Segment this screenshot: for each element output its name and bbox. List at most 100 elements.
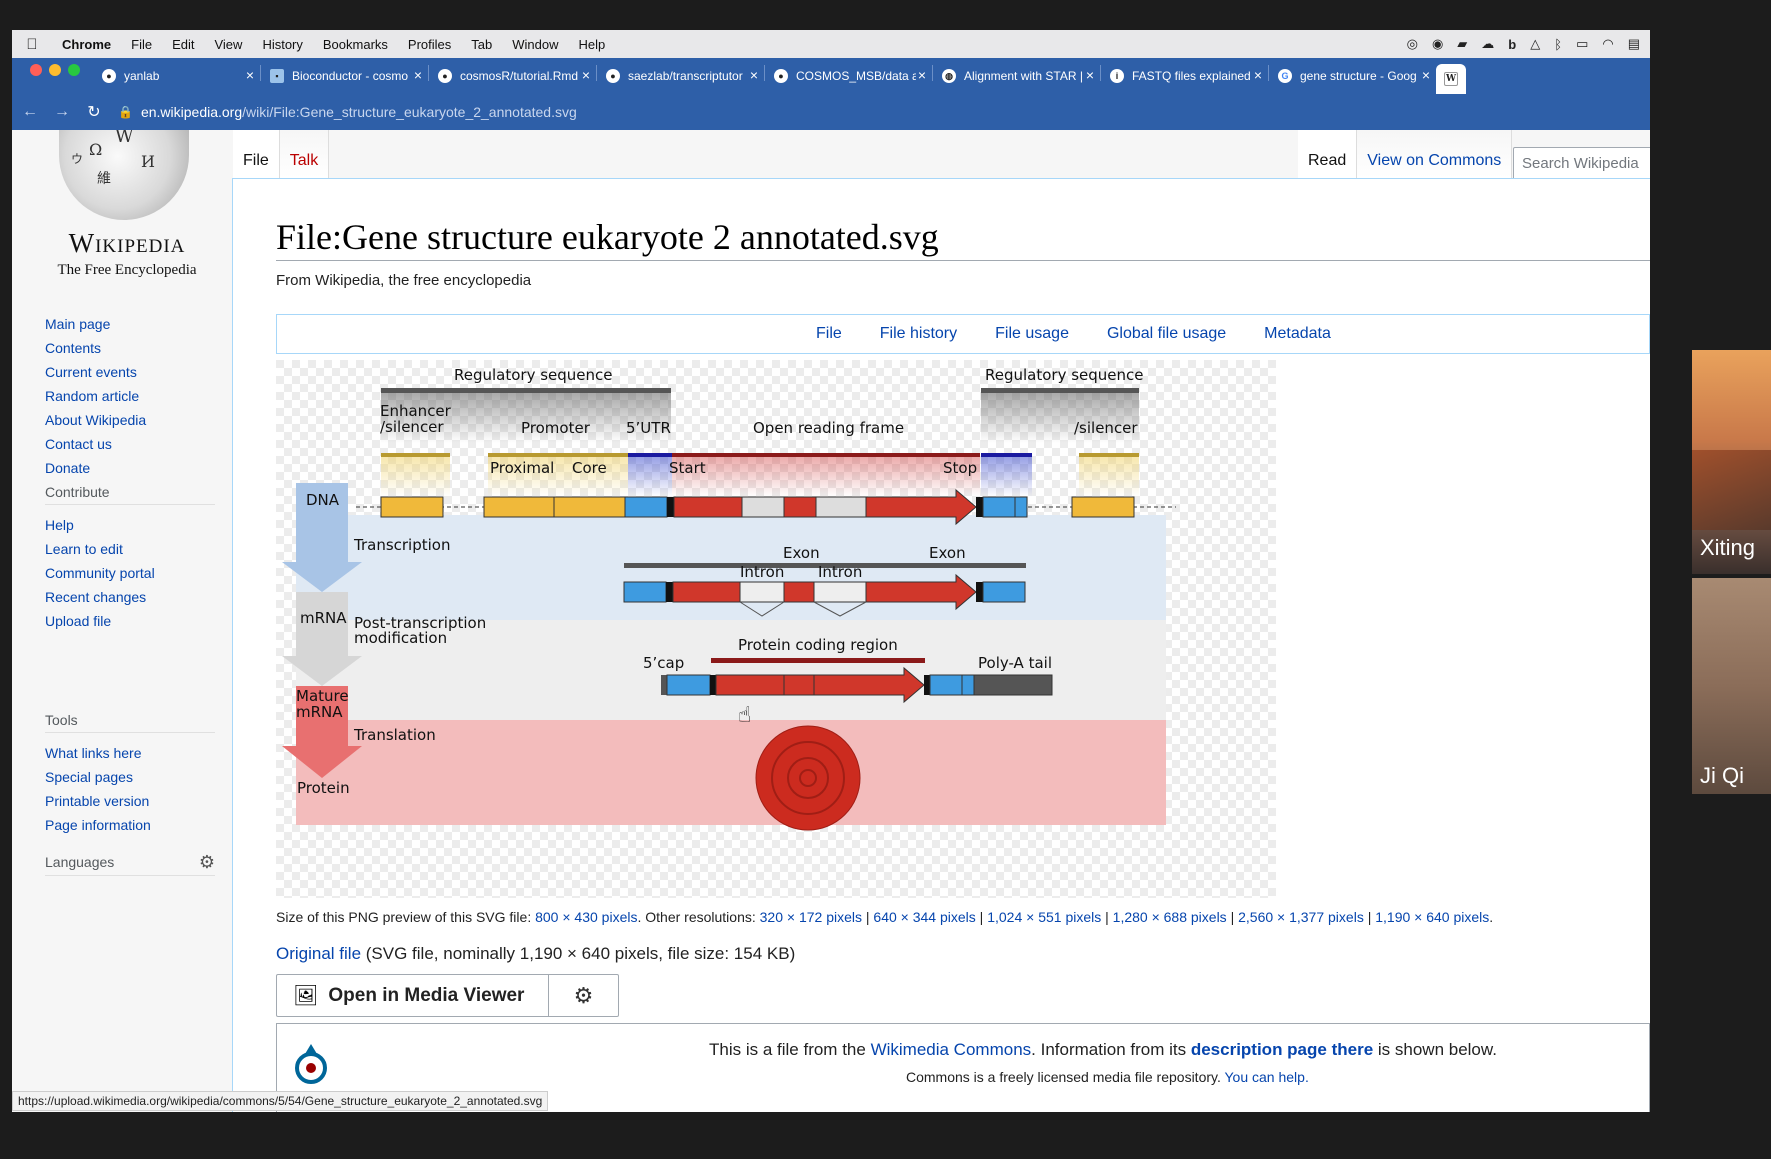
menu-window[interactable]: Window — [502, 37, 568, 52]
nav-random-article[interactable]: Random article — [45, 384, 215, 408]
nav-main-page[interactable]: Main page — [45, 312, 215, 336]
nav-special-pages[interactable]: Special pages — [45, 765, 215, 789]
wikipedia-page: W Ω И 維 ウ Wikipedia The Free Encyclopedi… — [12, 130, 1650, 1112]
wikipedia-globe-logo[interactable]: W Ω И 維 ウ — [59, 130, 189, 220]
gear-icon[interactable]: ⚙ — [199, 852, 215, 873]
wifi-icon[interactable]: ◠ — [1602, 36, 1613, 52]
close-icon[interactable]: × — [582, 67, 590, 83]
nav-help[interactable]: Help — [45, 513, 215, 537]
b-icon[interactable]: b — [1508, 37, 1516, 52]
browser-tab[interactable]: i FASTQ files explained × — [1100, 58, 1269, 94]
creative-cloud-icon[interactable]: ◉ — [1432, 36, 1443, 52]
browser-tab[interactable]: ● yanlab × — [92, 58, 261, 94]
forward-icon[interactable]: → — [46, 103, 78, 121]
lock-icon[interactable]: 🔒 — [118, 105, 133, 119]
browser-tab[interactable]: Ggene structure - Goog × — [1268, 58, 1436, 94]
minimize-window-button[interactable] — [49, 64, 61, 76]
nav-page-information[interactable]: Page information — [45, 813, 215, 837]
nav-community-portal[interactable]: Community portal — [45, 561, 215, 585]
close-icon[interactable]: × — [246, 67, 254, 83]
zoom-window-button[interactable] — [68, 64, 80, 76]
status-icon-1[interactable]: ◎ — [1407, 36, 1418, 52]
you-can-help-link[interactable]: You can help. — [1225, 1069, 1309, 1085]
tab-file[interactable]: File — [233, 130, 280, 178]
search-input[interactable]: Search Wikipedia — [1513, 147, 1650, 181]
toc-file-history[interactable]: File history — [861, 325, 976, 343]
label-mrna: mRNA — [300, 609, 347, 627]
menu-history[interactable]: History — [252, 37, 312, 52]
menu-app[interactable]: Chrome — [52, 37, 121, 52]
close-icon[interactable]: × — [750, 67, 758, 83]
browser-tab-active[interactable]: W — [1436, 64, 1466, 94]
res-link[interactable]: 320 × 172 pixels — [760, 909, 862, 925]
reload-icon[interactable]: ↻ — [78, 102, 110, 122]
menu-profiles[interactable]: Profiles — [398, 37, 461, 52]
battery-icon[interactable]: ▭ — [1576, 36, 1588, 52]
flag-icon[interactable]: ▤ — [1628, 36, 1640, 52]
gear-icon[interactable]: ⚙ — [548, 975, 618, 1016]
res-link[interactable]: 640 × 344 pixels — [873, 909, 975, 925]
toc-global-file-usage[interactable]: Global file usage — [1088, 325, 1245, 343]
close-icon[interactable]: × — [1422, 67, 1430, 83]
res-link[interactable]: 1,024 × 551 pixels — [987, 909, 1101, 925]
close-icon[interactable]: × — [1086, 67, 1094, 83]
label-transcription: Transcription — [353, 536, 450, 554]
nav-recent-changes[interactable]: Recent changes — [45, 585, 215, 609]
toc-metadata[interactable]: Metadata — [1245, 325, 1350, 343]
nav-upload-file[interactable]: Upload file — [45, 609, 215, 633]
menu-file[interactable]: File — [121, 37, 162, 52]
participant-tile[interactable]: Ji Qi — [1692, 578, 1771, 794]
menu-bookmarks[interactable]: Bookmarks — [313, 37, 398, 52]
nav-what-links-here[interactable]: What links here — [45, 741, 215, 765]
menu-edit[interactable]: Edit — [162, 37, 204, 52]
label-poly-a-tail: Poly-A tail — [978, 654, 1052, 672]
browser-tab[interactable]: ▪ Bioconductor - cosmo × — [260, 58, 429, 94]
menu-view[interactable]: View — [204, 37, 252, 52]
toc-file-usage[interactable]: File usage — [976, 325, 1088, 343]
close-window-button[interactable] — [30, 64, 42, 76]
menu-tab[interactable]: Tab — [461, 37, 502, 52]
browser-tab[interactable]: ● saezlab/transcriptutor × — [596, 58, 765, 94]
participant-tile[interactable]: Xiting — [1692, 350, 1771, 574]
preview-size-link[interactable]: 800 × 430 pixels — [535, 909, 637, 925]
cloud-icon[interactable]: ☁ — [1481, 36, 1494, 52]
original-file-info: (SVG file, nominally 1,190 × 640 pixels,… — [361, 944, 796, 963]
tab-read[interactable]: Read — [1298, 130, 1358, 178]
toc-file[interactable]: File — [797, 325, 861, 343]
notification-icon[interactable]: ▰ — [1457, 36, 1467, 52]
nav-about[interactable]: About Wikipedia — [45, 408, 215, 432]
browser-tab[interactable]: ◍ Alignment with STAR | × — [932, 58, 1101, 94]
close-icon[interactable]: × — [414, 67, 422, 83]
browser-tab[interactable]: ● COSMOS_MSB/data a × — [764, 58, 933, 94]
tab-talk[interactable]: Talk — [279, 130, 330, 178]
bluetooth-icon[interactable]: ᛒ — [1554, 37, 1562, 52]
res-link[interactable]: 2,560 × 1,377 pixels — [1238, 909, 1364, 925]
open-media-viewer-button[interactable]: 🖼 Open in Media Viewer ⚙ — [276, 974, 619, 1017]
commons-text: This is a file from the — [709, 1040, 871, 1059]
drive-icon[interactable]: △ — [1530, 36, 1540, 52]
original-file-link[interactable]: Original file — [276, 944, 361, 963]
nav-contents[interactable]: Contents — [45, 336, 215, 360]
gene-structure-figure[interactable]: ☝ Regulatory sequence Regulatory sequenc… — [276, 360, 1276, 898]
label-5cap: 5’cap — [643, 654, 684, 672]
nav-contact[interactable]: Contact us — [45, 432, 215, 456]
label-orf: Open reading frame — [753, 419, 904, 437]
nav-donate[interactable]: Donate — [45, 456, 215, 480]
menu-help[interactable]: Help — [569, 37, 616, 52]
res-link[interactable]: 1,280 × 688 pixels — [1113, 909, 1227, 925]
wikipedia-wordmark[interactable]: Wikipedia — [32, 228, 222, 259]
res-link[interactable]: 1,190 × 640 pixels — [1375, 909, 1489, 925]
nav-printable-version[interactable]: Printable version — [45, 789, 215, 813]
wikimedia-commons-link[interactable]: Wikimedia Commons — [871, 1040, 1032, 1059]
description-page-link[interactable]: description page there — [1191, 1040, 1373, 1059]
nav-learn-to-edit[interactable]: Learn to edit — [45, 537, 215, 561]
url-field[interactable]: en.wikipedia.org/wiki/File:Gene_structur… — [141, 104, 577, 120]
nav-current-events[interactable]: Current events — [45, 360, 215, 384]
back-icon[interactable]: ← — [14, 103, 46, 121]
close-icon[interactable]: × — [1254, 67, 1262, 83]
wikipedia-icon: W — [1444, 72, 1458, 86]
tab-view-on-commons[interactable]: View on Commons — [1357, 130, 1513, 178]
close-icon[interactable]: × — [918, 67, 926, 83]
apple-icon[interactable]:  — [12, 36, 52, 53]
browser-tab[interactable]: ● cosmosR/tutorial.Rmd × — [428, 58, 597, 94]
